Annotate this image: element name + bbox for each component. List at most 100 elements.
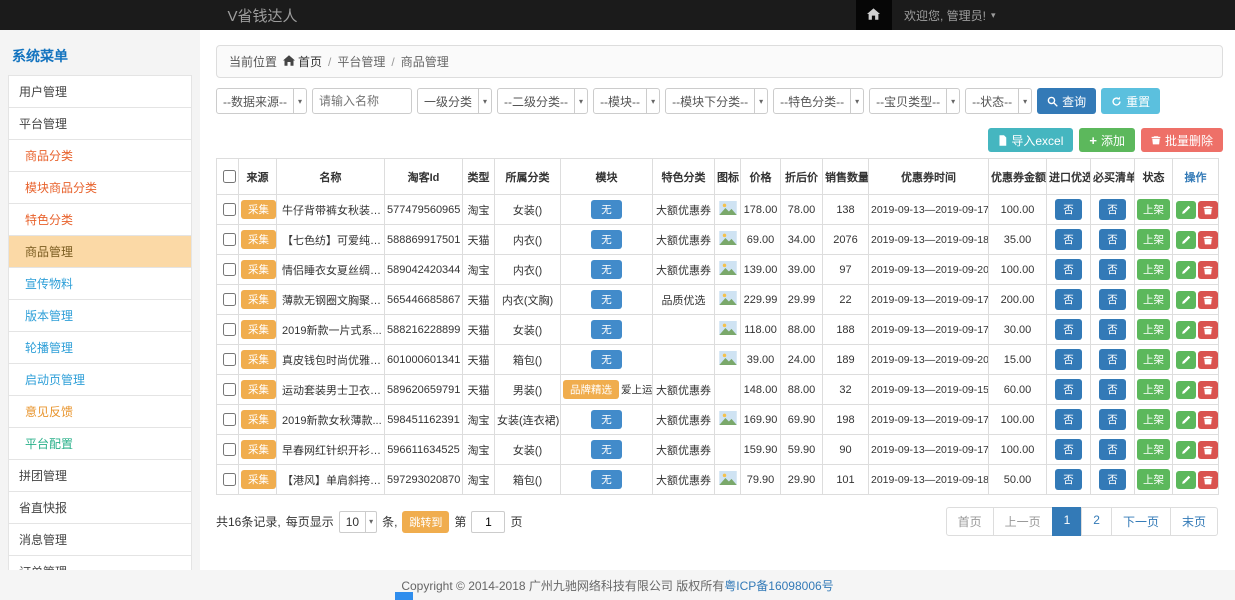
- sidebar-item[interactable]: 拼团管理: [8, 459, 192, 492]
- filter-select[interactable]: --宝贝类型--▾: [869, 88, 960, 114]
- import-select-toggle[interactable]: 否: [1055, 469, 1082, 490]
- import-select-toggle[interactable]: 否: [1055, 199, 1082, 220]
- sidebar-item[interactable]: 平台管理: [8, 107, 192, 140]
- must-buy-toggle[interactable]: 否: [1099, 229, 1126, 250]
- sidebar-item[interactable]: 宣传物料: [8, 267, 192, 300]
- sidebar-item[interactable]: 版本管理: [8, 299, 192, 332]
- row-checkbox[interactable]: [223, 413, 236, 426]
- sidebar-item[interactable]: 订单管理: [8, 555, 192, 570]
- import-select-toggle[interactable]: 否: [1055, 319, 1082, 340]
- breadcrumb-item[interactable]: 商品管理: [401, 53, 449, 70]
- delete-button[interactable]: [1198, 381, 1218, 399]
- page-button[interactable]: 下一页: [1111, 507, 1171, 536]
- status-button[interactable]: 上架: [1137, 379, 1170, 400]
- sidebar-item[interactable]: 消息管理: [8, 523, 192, 556]
- delete-button[interactable]: [1198, 411, 1218, 429]
- delete-button[interactable]: [1198, 261, 1218, 279]
- delete-button[interactable]: [1198, 201, 1218, 219]
- filter-select[interactable]: --数据来源--▾: [216, 88, 307, 114]
- select-all-checkbox[interactable]: [223, 170, 236, 183]
- status-button[interactable]: 上架: [1137, 289, 1170, 310]
- status-button[interactable]: 上架: [1137, 319, 1170, 340]
- sidebar-item[interactable]: 特色分类: [8, 203, 192, 236]
- search-button[interactable]: 查询: [1037, 88, 1096, 114]
- row-checkbox[interactable]: [223, 203, 236, 216]
- row-checkbox[interactable]: [223, 323, 236, 336]
- breadcrumb-home-link[interactable]: 首页: [283, 53, 322, 70]
- status-button[interactable]: 上架: [1137, 349, 1170, 370]
- must-buy-toggle[interactable]: 否: [1099, 349, 1126, 370]
- filter-select[interactable]: --状态--▾: [965, 88, 1032, 114]
- sidebar-item[interactable]: 商品管理: [8, 235, 192, 268]
- import-select-toggle[interactable]: 否: [1055, 229, 1082, 250]
- filter-select[interactable]: --模块下分类--▾: [665, 88, 768, 114]
- user-menu[interactable]: 欢迎您, 管理员! ▾: [892, 7, 1008, 24]
- page-button[interactable]: 上一页: [993, 507, 1053, 536]
- edit-button[interactable]: [1176, 321, 1196, 339]
- sidebar-item[interactable]: 模块商品分类: [8, 171, 192, 204]
- must-buy-toggle[interactable]: 否: [1099, 439, 1126, 460]
- reset-button[interactable]: 重置: [1101, 88, 1160, 114]
- import-select-toggle[interactable]: 否: [1055, 289, 1082, 310]
- must-buy-toggle[interactable]: 否: [1099, 409, 1126, 430]
- row-checkbox[interactable]: [223, 383, 236, 396]
- must-buy-toggle[interactable]: 否: [1099, 289, 1126, 310]
- status-button[interactable]: 上架: [1137, 409, 1170, 430]
- page-button[interactable]: 2: [1081, 507, 1112, 536]
- filter-select[interactable]: --二级分类--▾: [497, 88, 588, 114]
- row-checkbox[interactable]: [223, 263, 236, 276]
- must-buy-toggle[interactable]: 否: [1099, 319, 1126, 340]
- status-button[interactable]: 上架: [1137, 199, 1170, 220]
- row-checkbox[interactable]: [223, 473, 236, 486]
- import-select-toggle[interactable]: 否: [1055, 349, 1082, 370]
- must-buy-toggle[interactable]: 否: [1099, 379, 1126, 400]
- jump-page-input[interactable]: [471, 511, 505, 533]
- delete-button[interactable]: [1198, 471, 1218, 489]
- row-checkbox[interactable]: [223, 293, 236, 306]
- row-checkbox[interactable]: [223, 233, 236, 246]
- must-buy-toggle[interactable]: 否: [1099, 199, 1126, 220]
- import-excel-button[interactable]: 导入excel: [988, 128, 1073, 152]
- edit-button[interactable]: [1176, 201, 1196, 219]
- filter-select[interactable]: --特色分类--▾: [773, 88, 864, 114]
- filter-select[interactable]: --模块--▾: [593, 88, 660, 114]
- edit-button[interactable]: [1176, 381, 1196, 399]
- sidebar-item[interactable]: 商品分类: [8, 139, 192, 172]
- edit-button[interactable]: [1176, 261, 1196, 279]
- import-select-toggle[interactable]: 否: [1055, 259, 1082, 280]
- sidebar-item[interactable]: 意见反馈: [8, 395, 192, 428]
- delete-button[interactable]: [1198, 351, 1218, 369]
- import-select-toggle[interactable]: 否: [1055, 439, 1082, 460]
- row-checkbox[interactable]: [223, 353, 236, 366]
- sidebar-item[interactable]: 省直快报: [8, 491, 192, 524]
- name-search-input[interactable]: [312, 88, 412, 114]
- breadcrumb-item[interactable]: 平台管理: [337, 53, 385, 70]
- jump-button[interactable]: 跳转到: [402, 511, 449, 533]
- home-nav-button[interactable]: [856, 0, 892, 30]
- must-buy-toggle[interactable]: 否: [1099, 259, 1126, 280]
- sidebar-item[interactable]: 启动页管理: [8, 363, 192, 396]
- edit-button[interactable]: [1176, 441, 1196, 459]
- edit-button[interactable]: [1176, 351, 1196, 369]
- status-button[interactable]: 上架: [1137, 469, 1170, 490]
- sidebar-item[interactable]: 平台配置: [8, 427, 192, 460]
- sidebar-item[interactable]: 用户管理: [8, 75, 192, 108]
- page-button[interactable]: 1: [1052, 507, 1083, 536]
- edit-button[interactable]: [1176, 231, 1196, 249]
- add-button[interactable]: + 添加: [1079, 128, 1135, 152]
- page-button[interactable]: 末页: [1170, 507, 1218, 536]
- delete-button[interactable]: [1198, 291, 1218, 309]
- edit-button[interactable]: [1176, 471, 1196, 489]
- delete-button[interactable]: [1198, 321, 1218, 339]
- row-checkbox[interactable]: [223, 443, 236, 456]
- status-button[interactable]: 上架: [1137, 229, 1170, 250]
- status-button[interactable]: 上架: [1137, 259, 1170, 280]
- edit-button[interactable]: [1176, 411, 1196, 429]
- delete-button[interactable]: [1198, 231, 1218, 249]
- sidebar-item[interactable]: 轮播管理: [8, 331, 192, 364]
- icp-link[interactable]: 粤ICP备16098006号: [724, 577, 833, 594]
- per-page-select[interactable]: 10 ▾: [339, 511, 377, 533]
- page-button[interactable]: 首页: [946, 507, 994, 536]
- filter-select[interactable]: 一级分类▾: [417, 88, 492, 114]
- delete-button[interactable]: [1198, 441, 1218, 459]
